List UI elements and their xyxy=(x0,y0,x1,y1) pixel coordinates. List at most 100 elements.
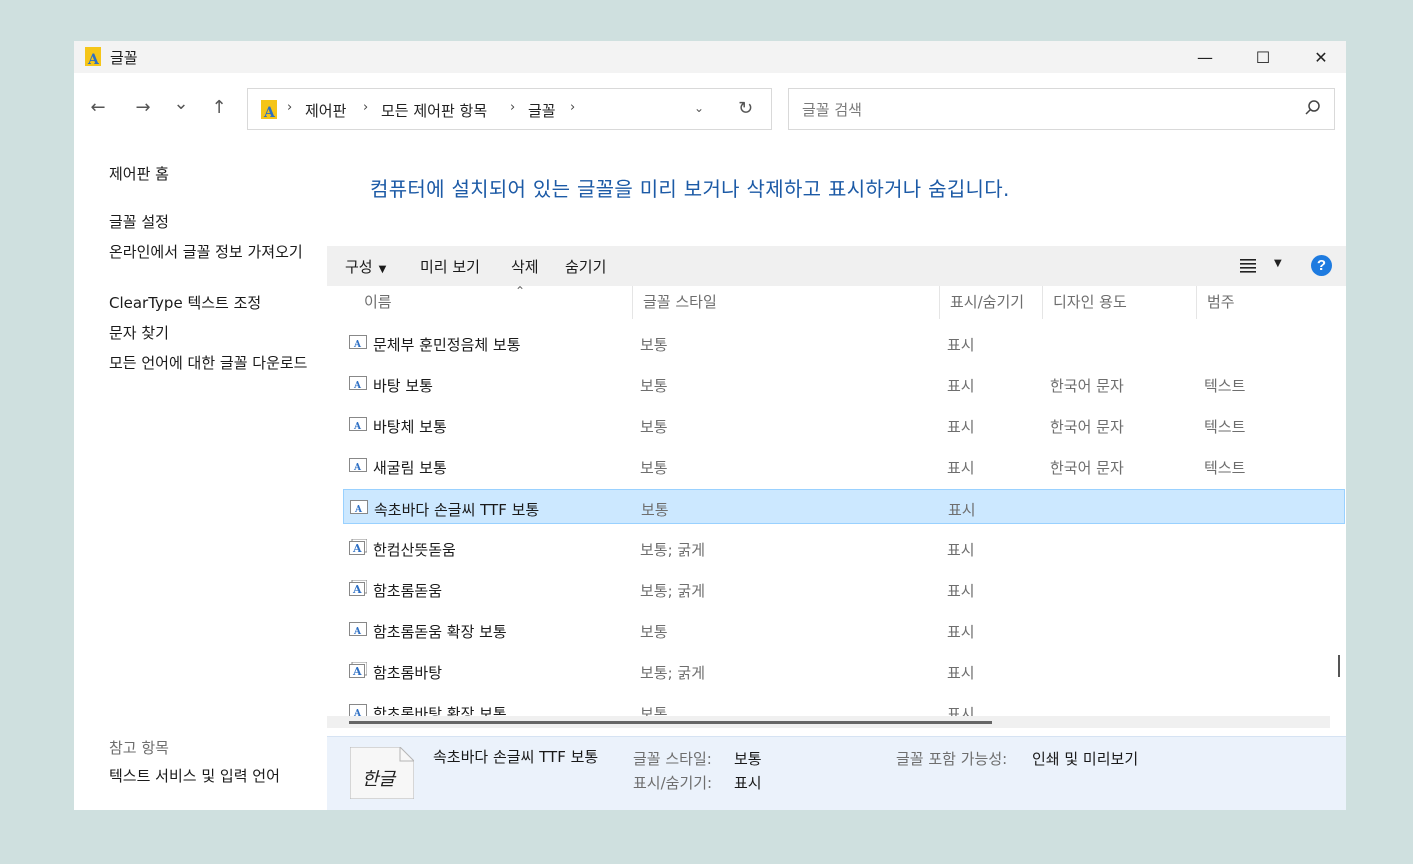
table-row[interactable]: A 바탕체 보통 보통 표시 한국어 문자 텍스트 xyxy=(343,407,1345,442)
svg-text:A: A xyxy=(263,105,276,119)
maximize-button[interactable]: ☐ xyxy=(1240,41,1286,73)
table-row[interactable]: A 함초롬돋움 확장 보통 보통 표시 xyxy=(343,612,1345,647)
svg-text:A: A xyxy=(353,340,362,350)
fonts-window: A 글꼴 — ☐ ✕ ← → ⌄ ↑ A › 제어판 › 모든 제어판 항목 ›… xyxy=(74,41,1346,810)
font-family-icon: A xyxy=(349,539,367,555)
font-design: 한국어 문자 xyxy=(1050,377,1124,395)
table-row[interactable]: A 한컴산뜻돋움 보통; 굵게 표시 xyxy=(343,530,1345,565)
search-icon[interactable] xyxy=(1304,99,1322,117)
font-name: 새굴림 보통 xyxy=(373,459,447,477)
font-visibility: 표시 xyxy=(947,582,975,600)
page-heading: 컴퓨터에 설치되어 있는 글꼴을 미리 보거나 삭제하고 표시하거나 숨깁니다. xyxy=(370,177,1010,201)
title-bar: A 글꼴 — ☐ ✕ xyxy=(74,41,1346,73)
view-details-icon[interactable] xyxy=(1240,257,1256,273)
font-visibility: 표시 xyxy=(948,501,976,519)
font-visibility: 표시 xyxy=(947,664,975,682)
svg-text:A: A xyxy=(352,583,362,596)
table-row[interactable]: A 새굴림 보통 보통 표시 한국어 문자 텍스트 xyxy=(343,448,1345,483)
font-settings-link[interactable]: 글꼴 설정 xyxy=(109,213,319,231)
font-family-icon: A xyxy=(349,662,367,678)
column-header-name[interactable]: 이름 ⌃ xyxy=(354,286,633,319)
breadcrumb-separator: › xyxy=(363,100,369,115)
column-name-label: 이름 xyxy=(364,293,392,311)
font-style: 보통 xyxy=(641,501,669,519)
font-name: 바탕체 보통 xyxy=(373,418,447,436)
column-header-show-hide[interactable]: 표시/숨기기 xyxy=(940,286,1043,319)
find-character-link[interactable]: 문자 찾기 xyxy=(109,324,319,342)
control-panel-home-link[interactable]: 제어판 홈 xyxy=(109,165,319,183)
preview-button[interactable]: 미리 보기 xyxy=(420,256,480,277)
breadcrumb-control-panel[interactable]: 제어판 xyxy=(305,100,346,121)
show-hide-value: 표시 xyxy=(734,774,762,792)
vertical-scrollbar[interactable] xyxy=(1338,655,1340,677)
minimize-button[interactable]: — xyxy=(1182,41,1228,73)
recent-locations-chevron-icon[interactable]: ⌄ xyxy=(170,93,192,114)
table-row[interactable]: A 바탕 보통 보통 표시 한국어 문자 텍스트 xyxy=(343,366,1345,401)
refresh-icon[interactable]: ↻ xyxy=(738,98,753,119)
window-title: 글꼴 xyxy=(110,49,138,67)
font-category: 텍스트 xyxy=(1204,459,1246,477)
column-header-category[interactable]: 범주 xyxy=(1197,286,1317,319)
font-style: 보통 xyxy=(640,623,668,641)
organize-label: 구성 xyxy=(345,258,373,276)
font-visibility: 표시 xyxy=(947,336,975,354)
preview-text: 한글 xyxy=(362,769,397,790)
breadcrumb-separator: › xyxy=(570,100,576,115)
horizontal-scrollbar-thumb[interactable] xyxy=(349,721,992,724)
search-input[interactable] xyxy=(789,89,1294,131)
delete-button[interactable]: 삭제 xyxy=(511,256,539,277)
svg-text:A: A xyxy=(353,627,362,637)
table-row[interactable]: A 함초롬바탕 보통; 굵게 표시 xyxy=(343,653,1345,688)
column-header-design[interactable]: 디자인 용도 xyxy=(1043,286,1197,319)
font-category: 텍스트 xyxy=(1204,418,1246,436)
font-name: 바탕 보통 xyxy=(373,377,433,395)
font-style: 보통; 굵게 xyxy=(640,582,706,600)
font-file-icon: A xyxy=(349,376,367,391)
sort-ascending-icon: ⌃ xyxy=(515,286,526,298)
font-file-icon: A xyxy=(349,622,367,637)
view-options-arrow-icon[interactable]: ▼ xyxy=(1274,258,1282,269)
font-file-icon: A xyxy=(349,335,367,350)
get-font-info-online-link[interactable]: 온라인에서 글꼴 정보 가져오기 xyxy=(109,243,319,261)
font-folder-icon: A xyxy=(261,100,277,119)
download-all-fonts-link[interactable]: 모든 언어에 대한 글꼴 다운로드 xyxy=(109,354,319,372)
selected-font-name: 속초바다 손글씨 TTF 보통 xyxy=(433,748,599,766)
font-family-icon: A xyxy=(349,580,367,596)
search-box[interactable] xyxy=(788,88,1335,131)
command-bar: 구성 ▼ 미리 보기 삭제 숨기기 ▼ ? xyxy=(327,246,1346,286)
organize-button[interactable]: 구성 ▼ xyxy=(345,256,386,277)
font-name: 함초롬돋움 확장 보통 xyxy=(373,623,507,641)
svg-text:A: A xyxy=(353,463,362,473)
font-style: 보통; 굵게 xyxy=(640,541,706,559)
font-style: 보통 xyxy=(640,336,668,354)
svg-text:A: A xyxy=(87,52,100,67)
font-name: 속초바다 손글씨 TTF 보통 xyxy=(374,501,540,519)
help-icon[interactable]: ? xyxy=(1311,255,1332,276)
embeddability-value: 인쇄 및 미리보기 xyxy=(1032,750,1139,768)
table-row[interactable]: A 함초롬돋움 보통; 굵게 표시 xyxy=(343,571,1345,606)
font-visibility: 표시 xyxy=(947,377,975,395)
breadcrumb-all-items[interactable]: 모든 제어판 항목 xyxy=(381,100,487,121)
text-services-link[interactable]: 텍스트 서비스 및 입력 언어 xyxy=(109,767,319,785)
font-name: 문체부 훈민정음체 보통 xyxy=(373,336,521,354)
adjust-cleartype-link[interactable]: ClearType 텍스트 조정 xyxy=(109,294,319,312)
svg-text:A: A xyxy=(354,505,363,515)
forward-arrow-icon[interactable]: → xyxy=(132,97,154,118)
back-arrow-icon[interactable]: ← xyxy=(87,97,109,118)
address-dropdown-icon[interactable]: ⌄ xyxy=(694,101,704,115)
font-style: 보통; 굵게 xyxy=(640,664,706,682)
up-arrow-icon[interactable]: ↑ xyxy=(208,97,230,118)
table-row[interactable]: A 문체부 훈민정음체 보통 보통 표시 xyxy=(343,325,1345,360)
hide-button[interactable]: 숨기기 xyxy=(565,256,606,277)
column-header-style[interactable]: 글꼴 스타일 xyxy=(633,286,940,319)
font-style: 보통 xyxy=(640,459,668,477)
svg-text:A: A xyxy=(353,381,362,391)
table-row[interactable]: A 속초바다 손글씨 TTF 보통 보통 표시 xyxy=(343,489,1345,524)
font-list: 이름 ⌃ 글꼴 스타일 표시/숨기기 디자인 용도 범주 A 문체부 훈민정음체 … xyxy=(327,286,1346,755)
show-hide-label: 표시/숨기기: xyxy=(633,774,713,792)
font-design: 한국어 문자 xyxy=(1050,418,1124,436)
svg-text:A: A xyxy=(352,665,362,678)
address-bar[interactable]: A › 제어판 › 모든 제어판 항목 › 글꼴 › ⌄ ↻ xyxy=(247,88,772,130)
close-button[interactable]: ✕ xyxy=(1298,41,1344,73)
breadcrumb-fonts[interactable]: 글꼴 xyxy=(528,100,556,121)
